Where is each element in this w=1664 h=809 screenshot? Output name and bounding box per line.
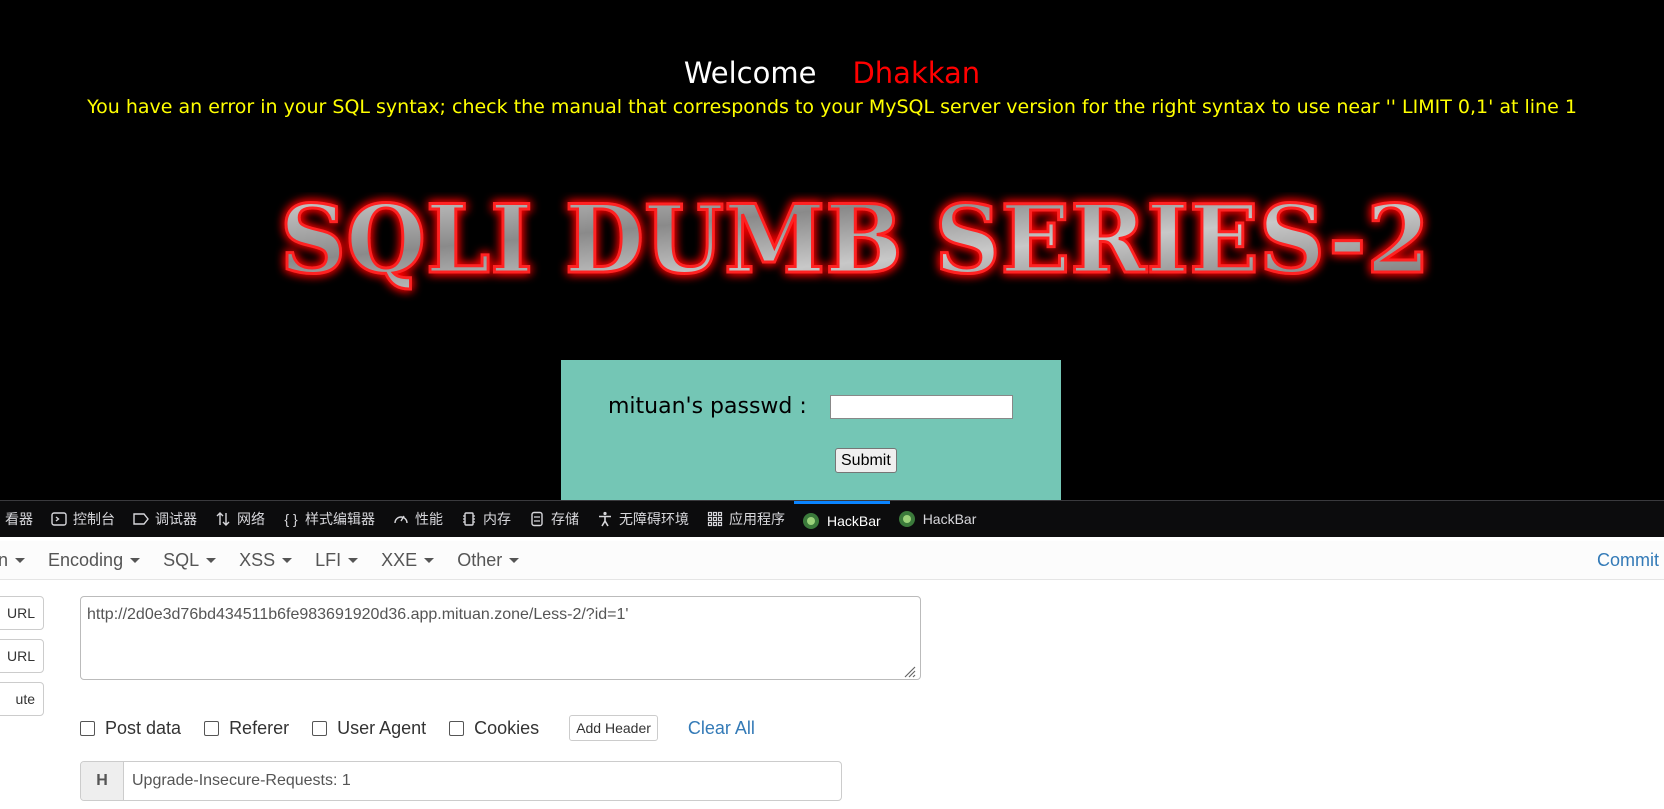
menu-label: Other <box>457 549 503 570</box>
tab-network[interactable]: 网络 <box>206 501 274 537</box>
execute-button[interactable]: ute <box>0 682 44 716</box>
storage-icon <box>529 511 545 527</box>
user-agent-option[interactable]: User Agent <box>312 718 426 739</box>
tab-label: 内存 <box>483 511 511 527</box>
tab-label: 控制台 <box>73 511 115 527</box>
tab-label: 应用程序 <box>729 511 785 527</box>
user-agent-checkbox[interactable] <box>312 720 328 736</box>
application-icon <box>707 511 723 527</box>
load-url-button[interactable]: URL <box>0 596 44 630</box>
commit-link[interactable]: Commit <box>1597 550 1659 571</box>
devtools-tabbar: 看器 控制台 调试器 网络 { } 样式编辑器 性能 内存 存储 无障碍环境 应… <box>0 500 1664 537</box>
passwd-label: mituan's passwd : <box>608 394 807 419</box>
caret-down-icon <box>130 557 141 563</box>
referer-label: Referer <box>229 717 290 738</box>
tab-debugger[interactable]: 调试器 <box>124 501 206 537</box>
performance-icon <box>393 511 409 527</box>
user-agent-label: User Agent <box>337 717 427 738</box>
cookies-label: Cookies <box>474 717 540 738</box>
referer-option[interactable]: Referer <box>204 718 289 739</box>
menu-encoding[interactable]: Encoding <box>48 549 141 571</box>
menu-label: XSS <box>239 549 276 570</box>
hackbar-menubar: n Encoding SQL XSS LFI XXE Other Commit <box>0 541 1664 580</box>
tab-accessibility[interactable]: 无障碍环境 <box>588 501 698 537</box>
menu-sql[interactable]: SQL <box>163 549 217 571</box>
referer-checkbox[interactable] <box>204 720 220 736</box>
menu-label: XXE <box>381 549 418 570</box>
network-icon <box>215 511 231 527</box>
tab-console[interactable]: 控制台 <box>42 501 124 537</box>
tab-storage[interactable]: 存储 <box>520 501 588 537</box>
tab-style-editor[interactable]: { } 样式编辑器 <box>274 501 384 537</box>
menu-label: SQL <box>163 549 200 570</box>
tab-label: 样式编辑器 <box>305 511 375 527</box>
hackbar-panel: n Encoding SQL XSS LFI XXE Other Commit … <box>0 537 1664 809</box>
accessibility-icon <box>597 511 613 527</box>
memory-icon <box>461 511 477 527</box>
add-header-button[interactable]: Add Header <box>569 715 658 741</box>
url-textarea[interactable]: http://2d0e3d76bd434511b6fe983691920d36.… <box>80 596 921 680</box>
menu-label: LFI <box>315 549 342 570</box>
header-key-badge[interactable]: H <box>81 762 124 800</box>
welcome-text: Welcome <box>683 56 817 90</box>
tab-label: 存储 <box>551 511 579 527</box>
hackbar-icon <box>898 511 915 527</box>
header-value-field[interactable]: Upgrade-Insecure-Requests: 1 <box>124 762 841 800</box>
tab-hackbar[interactable]: HackBar <box>890 501 986 537</box>
header-row: H Upgrade-Insecure-Requests: 1 <box>80 761 842 801</box>
login-form: mituan's passwd : Submit <box>561 360 1061 500</box>
debugger-icon <box>133 511 149 527</box>
user-name: Dhakkan <box>852 56 981 90</box>
tab-label: 调试器 <box>155 511 197 527</box>
split-url-button[interactable]: URL <box>0 639 44 673</box>
cookies-checkbox[interactable] <box>449 720 465 736</box>
sqli-dumb-series-logo: SQLI DUMB SERIES-2 <box>279 192 1432 297</box>
post-data-label: Post data <box>105 717 182 738</box>
caret-down-icon <box>509 557 520 563</box>
tab-label: HackBar <box>922 511 977 527</box>
tab-label: HackBar <box>827 512 881 529</box>
tab-memory[interactable]: 内存 <box>452 501 520 537</box>
tab-inspector[interactable]: 看器 <box>0 501 42 537</box>
caret-down-icon <box>282 557 293 563</box>
cookies-option[interactable]: Cookies <box>449 718 539 739</box>
post-data-option[interactable]: Post data <box>80 718 181 739</box>
tab-performance[interactable]: 性能 <box>384 501 452 537</box>
menu-label: n <box>0 549 9 570</box>
sql-error-message: You have an error in your SQL syntax; ch… <box>87 96 1577 118</box>
passwd-input[interactable] <box>830 395 1013 419</box>
logo-text: SQLI DUMB SERIES-2 <box>280 192 1430 295</box>
menu-label: Encoding <box>48 549 124 570</box>
menu-xss[interactable]: XSS <box>239 549 293 571</box>
caret-down-icon <box>424 557 435 563</box>
sqli-page: Welcome Dhakkan You have an error in your… <box>0 0 1664 500</box>
menu-load-dropdown[interactable]: n <box>0 549 26 571</box>
submit-button[interactable]: Submit <box>835 448 897 473</box>
tab-hackbar-active[interactable]: HackBar <box>794 501 890 537</box>
style-editor-icon: { } <box>284 511 298 527</box>
tab-label: 无障碍环境 <box>619 511 689 527</box>
hackbar-options: Post data Referer User Agent Cookies Add… <box>80 715 755 741</box>
welcome-line: Welcome Dhakkan <box>0 56 1664 90</box>
caret-down-icon <box>348 557 359 563</box>
tab-application[interactable]: 应用程序 <box>698 501 794 537</box>
menu-lfi[interactable]: LFI <box>315 549 359 571</box>
tab-label: 性能 <box>415 511 443 527</box>
tab-label: 网络 <box>237 511 265 527</box>
menu-other[interactable]: Other <box>457 549 520 571</box>
clear-all-link[interactable]: Clear All <box>688 718 755 739</box>
console-icon <box>51 511 67 527</box>
hackbar-icon <box>803 512 819 529</box>
resize-handle-icon[interactable] <box>902 664 916 678</box>
menu-xxe[interactable]: XXE <box>381 549 435 571</box>
caret-down-icon <box>206 557 217 563</box>
post-data-checkbox[interactable] <box>80 720 95 736</box>
tab-label: 看器 <box>5 511 33 527</box>
caret-down-icon <box>15 557 26 563</box>
